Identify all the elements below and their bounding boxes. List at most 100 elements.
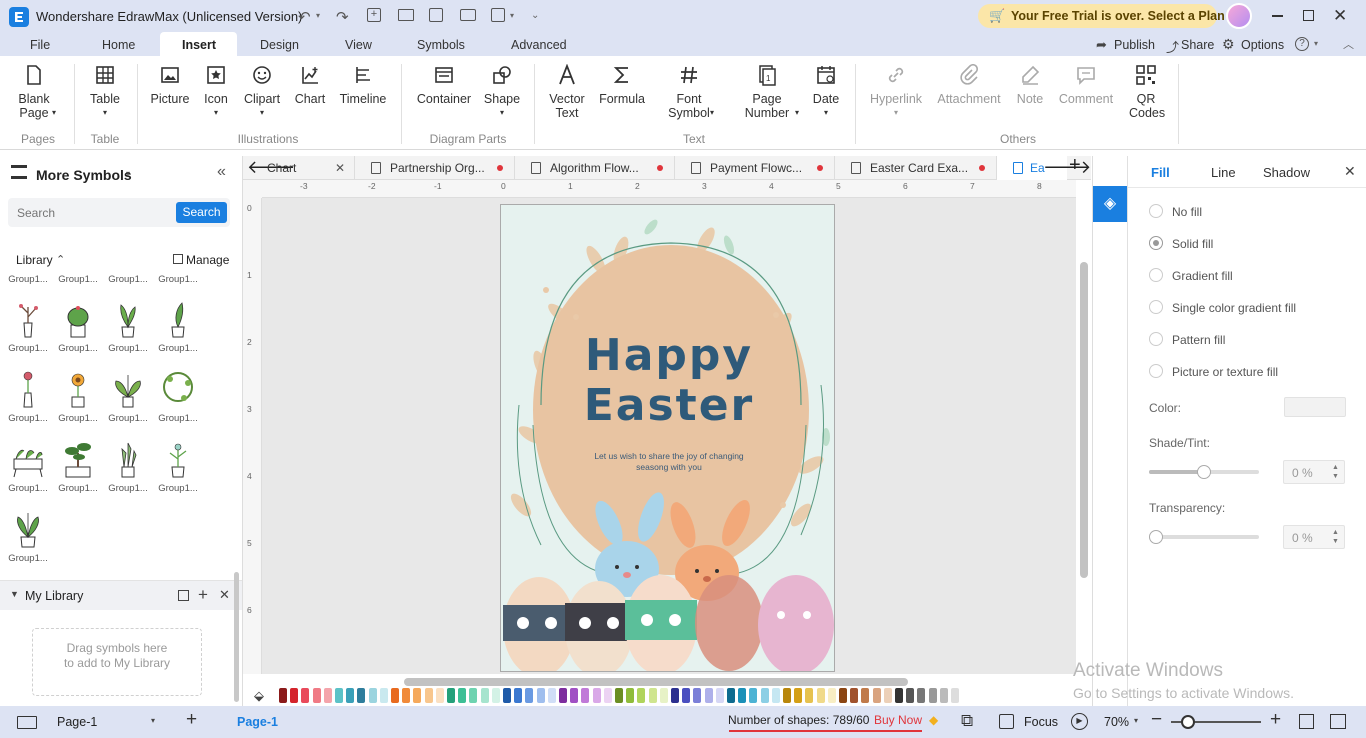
search-button[interactable]: Search [176,202,227,223]
fullscreen-icon[interactable] [1330,714,1346,729]
color-swatch[interactable] [895,688,903,703]
color-swatch[interactable] [368,688,377,703]
library-label[interactable]: Library [16,253,53,267]
color-swatch[interactable] [939,688,948,703]
transparency-slider-track[interactable] [1149,535,1259,539]
color-swatch[interactable] [794,688,803,703]
menu-symbols[interactable]: Symbols [417,38,465,52]
close-panel-icon[interactable]: ✕ [1344,163,1356,180]
color-swatch[interactable] [402,688,411,703]
help-dropdown-icon[interactable]: ▾ [1314,39,1318,48]
page-select-dropdown-icon[interactable]: ▾ [151,716,155,725]
blank-page-button[interactable]: Blank Page ▾ [14,64,56,120]
color-swatch[interactable] [671,688,679,703]
color-swatch[interactable] [771,688,780,703]
add-library-icon[interactable]: + [198,585,208,605]
panel-scrollbar[interactable] [234,572,239,702]
symbol-item[interactable]: Group1... [56,439,100,494]
options-button[interactable]: Options [1241,38,1284,52]
comment-button[interactable]: Comment [1057,64,1115,106]
color-swatch[interactable] [458,688,467,703]
tab-chart[interactable]: Chart ✕ [267,156,355,180]
pattern-fill-radio[interactable] [1149,332,1163,346]
solid-fill-radio[interactable] [1149,236,1163,250]
avatar[interactable] [1226,3,1252,29]
color-swatch[interactable] [592,688,601,703]
note-button[interactable]: Note [1014,64,1046,106]
color-swatch[interactable] [447,688,455,703]
no-fill-label[interactable]: No fill [1172,205,1202,219]
color-swatch[interactable] [693,688,702,703]
my-library-drop-zone[interactable]: Drag symbols here to add to My Library [32,628,202,696]
color-swatch[interactable] [727,688,735,703]
color-swatch[interactable] [413,688,422,703]
add-page-icon[interactable]: + [186,709,197,731]
color-swatch[interactable] [301,688,310,703]
color-swatch[interactable] [805,688,814,703]
symbol-item[interactable]: Group1... [56,299,100,354]
color-swatch[interactable] [323,688,332,703]
my-library-title[interactable]: My Library [25,589,83,603]
color-swatch[interactable] [279,688,287,703]
color-swatch[interactable] [906,688,915,703]
container-button[interactable]: Container [414,64,474,106]
color-swatch[interactable] [469,688,478,703]
color-swatch[interactable] [917,688,926,703]
picture-fill-radio[interactable] [1149,364,1163,378]
symbol-item[interactable]: Group1... [106,439,150,494]
tab-fill[interactable]: Fill [1151,165,1170,180]
share-icon[interactable]: ⤴ [1166,37,1179,56]
menu-design[interactable]: Design [260,38,299,52]
symbol-item[interactable]: Group1... [156,439,200,494]
color-swatch[interactable] [391,688,399,703]
color-swatch[interactable] [480,688,489,703]
open-folder-icon[interactable] [398,9,414,21]
drawing-canvas[interactable]: Happy Easter Let us wish to share the jo… [262,198,1076,686]
tab-easter-card[interactable]: Easter Card Exa... [835,156,997,180]
tab-line[interactable]: Line [1211,165,1236,180]
chart-button[interactable]: Chart [291,64,329,106]
color-picker[interactable] [1284,397,1346,417]
undo-dropdown-icon[interactable]: ▾ [316,11,320,20]
gear-icon[interactable]: ⚙ [1222,36,1235,53]
single-color-gradient-label[interactable]: Single color gradient fill [1172,301,1296,315]
save-icon[interactable] [429,8,443,22]
layers-icon[interactable]: ⧉ [961,711,973,731]
minimize-icon[interactable] [1272,15,1283,17]
color-swatch[interactable] [850,688,859,703]
play-icon[interactable]: ▶ [1071,713,1088,730]
no-fill-radio[interactable] [1149,204,1163,218]
color-swatch[interactable] [648,688,657,703]
shade-value-input[interactable]: 0 % ▲ ▼ [1283,460,1345,484]
canvas-hscrollbar[interactable] [404,678,908,686]
symbol-item[interactable]: Group1... [6,509,50,564]
close-icon[interactable]: ✕ [1333,6,1347,26]
library-collapse-icon[interactable]: ⌃ [56,253,65,266]
color-swatch[interactable] [783,688,791,703]
color-swatch[interactable] [581,688,590,703]
symbol-item[interactable]: Group1... [6,274,50,285]
print-icon[interactable] [460,9,476,21]
quick-access-more-icon[interactable]: ⌄ [531,10,539,21]
focus-icon[interactable] [999,714,1014,729]
date-button[interactable]: Date ▾ [810,64,842,120]
tab-close-icon[interactable]: ✕ [335,156,345,180]
maximize-icon[interactable] [1303,10,1314,21]
symbol-item[interactable]: Group1... [56,274,100,285]
tab-scroll-right-icon[interactable]: 🡒 [1043,157,1091,178]
color-swatch[interactable] [861,688,870,703]
color-swatch[interactable] [514,688,523,703]
symbol-item[interactable]: Group1... [156,369,200,424]
manage-button[interactable]: Manage [186,253,229,267]
menu-insert[interactable]: Insert [182,38,216,52]
symbol-item[interactable]: Group1... [6,439,50,494]
tab-algorithm[interactable]: Algorithm Flow... [515,156,675,180]
color-swatch[interactable] [603,688,612,703]
more-symbols-title[interactable]: More Symbols [36,167,132,183]
collapse-panel-icon[interactable]: « [217,163,226,181]
shade-stepper-icon[interactable]: ▲ ▼ [1332,463,1339,481]
undo-icon[interactable]: ↶ [298,8,311,26]
vector-text-button[interactable]: Vector Text [545,64,589,120]
export-icon[interactable] [491,8,505,22]
zoom-in-icon[interactable]: + [1270,709,1281,731]
